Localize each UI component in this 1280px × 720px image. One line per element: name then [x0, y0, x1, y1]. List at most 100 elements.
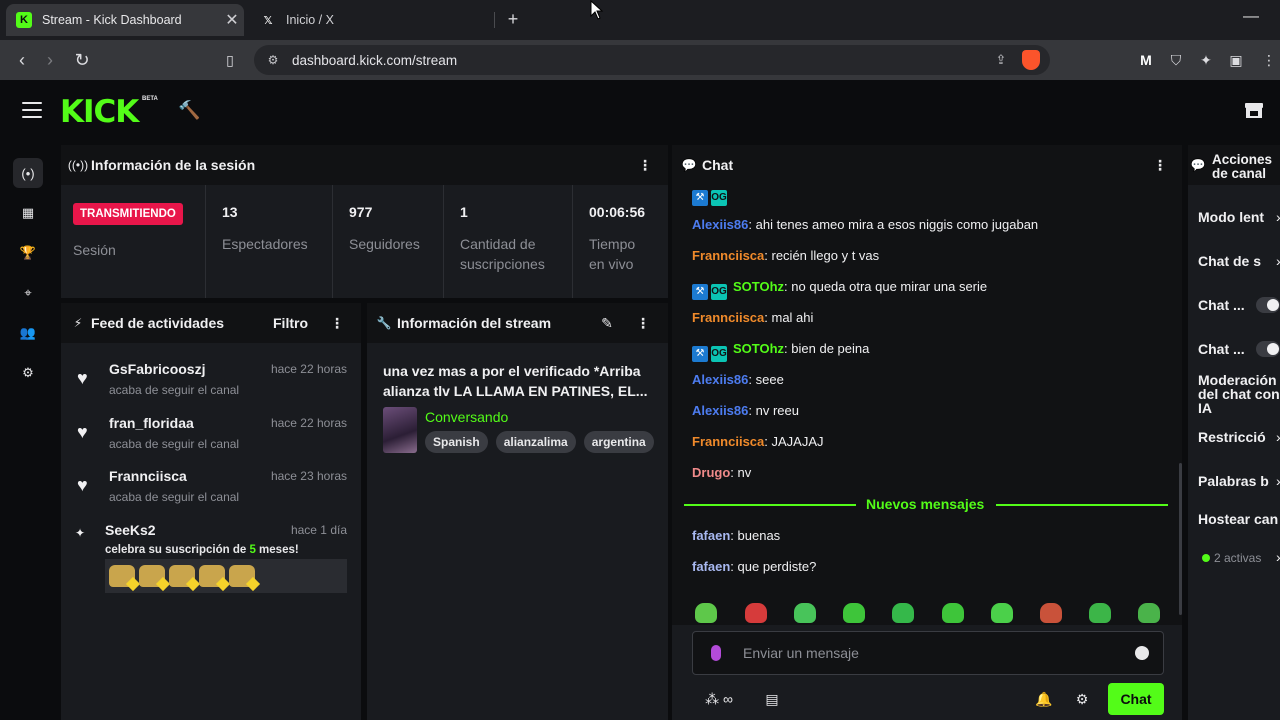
settings-nav-icon[interactable]: ⚙ [13, 358, 43, 388]
edit-pencil-icon[interactable]: ✎ [599, 315, 615, 331]
chat-settings-icon[interactable]: ⚙ [1072, 689, 1092, 709]
back-button[interactable]: ‹ [10, 48, 34, 72]
sidebar-icon[interactable]: ▣ [1226, 50, 1246, 70]
emote-icon[interactable] [794, 603, 816, 623]
store-icon[interactable] [1243, 100, 1265, 120]
new-tab-button[interactable]: + [502, 8, 524, 30]
stream-nav-icon[interactable]: (•) [13, 158, 43, 188]
chevron-right-icon[interactable]: › [1276, 253, 1280, 269]
feed-menu-icon[interactable]: ⋮ [329, 315, 345, 331]
active-count[interactable]: 2 activas [1202, 551, 1261, 565]
action-host-channel[interactable]: Hostear can [1198, 512, 1278, 526]
share-icon[interactable]: ⇪ [988, 52, 1014, 68]
feed-username[interactable]: SeeKs2 [105, 522, 156, 538]
minimize-button[interactable]: — [1240, 8, 1262, 26]
chevron-right-icon[interactable]: › [1276, 429, 1280, 445]
feed-time: hace 23 horas [270, 469, 347, 483]
chat-username[interactable]: Frannciisca [692, 434, 764, 449]
url-text[interactable]: dashboard.kick.com/stream [288, 53, 988, 68]
subscription-emotes [105, 559, 347, 593]
hamburger-menu-icon[interactable] [22, 102, 42, 118]
tag-pill[interactable]: alianzalima [495, 431, 576, 453]
action-restrictions[interactable]: Restricció [1198, 430, 1266, 444]
close-icon[interactable]: ✕ [220, 10, 244, 30]
stream-category[interactable]: Conversando [425, 409, 508, 425]
extensions-puzzle-icon[interactable]: ✦ [1196, 50, 1216, 70]
chat-username[interactable]: Frannciisca [692, 248, 764, 263]
chat-send-button[interactable]: Chat [1108, 683, 1164, 715]
chat-text: no queda otra que mirar una serie [791, 279, 988, 294]
camera-nav-icon[interactable]: ⌖ [13, 278, 43, 308]
emote-icon[interactable] [745, 603, 767, 623]
tag-pill[interactable]: argentina [583, 431, 654, 453]
tab-x-home[interactable]: 𝕏 Inicio / X [250, 4, 494, 36]
brave-shields-icon[interactable] [1022, 50, 1040, 70]
chat-scrollbar[interactable] [1179, 463, 1182, 615]
chevron-right-icon[interactable]: › [1276, 209, 1280, 225]
chat-username[interactable]: Drugo [692, 465, 730, 480]
shield-icon[interactable]: ⛉ [1166, 50, 1186, 70]
chat-username[interactable]: fafaen [692, 559, 730, 574]
bookmark-icon[interactable]: ▯ [218, 48, 242, 72]
feed-username[interactable]: Frannciisca [109, 468, 187, 484]
action-ai-moderation[interactable]: Moderación del chat con IA [1198, 373, 1280, 415]
microphone-icon[interactable] [711, 645, 721, 661]
feed-username[interactable]: GsFabricooszj [109, 361, 205, 377]
forward-button[interactable]: › [38, 48, 62, 72]
site-settings-icon[interactable]: ⚙ [258, 53, 288, 67]
menu-icon[interactable]: ⋮ [1262, 50, 1276, 70]
emote-icon[interactable] [892, 603, 914, 623]
emote-icon[interactable] [991, 603, 1013, 623]
stat-value: 1 [460, 204, 468, 220]
bell-icon[interactable]: 🔔 [1034, 689, 1054, 709]
emote-icon[interactable] [1089, 603, 1111, 623]
session-panel-header: ((•)) Información de la sesión [61, 145, 668, 185]
analytics-nav-icon[interactable]: ▦ [13, 198, 43, 228]
chat-username[interactable]: Alexiis86 [692, 217, 748, 232]
stat-value: 977 [349, 204, 373, 220]
stream-title-text: una vez mas a por el verificado *Arriba … [383, 363, 648, 399]
address-bar[interactable]: ⚙ dashboard.kick.com/stream ⇪ [254, 45, 1050, 75]
chat-username[interactable]: SOTOhz [733, 279, 784, 294]
filter-button[interactable]: Filtro [273, 315, 308, 331]
session-menu-icon[interactable]: ⋮ [637, 157, 653, 173]
chat-text: mal ahi [771, 310, 814, 325]
emote-icon[interactable] [1138, 603, 1160, 623]
chat-message-input[interactable]: Enviar un mensaje [692, 631, 1164, 675]
emote-icon[interactable] [942, 603, 964, 623]
stat-label: Espectadores [222, 236, 308, 252]
chevron-right-icon[interactable]: › [1276, 549, 1280, 565]
points-infinity-icon[interactable]: ⁂ ∞ [696, 689, 742, 709]
toggle-switch[interactable] [1256, 341, 1280, 357]
action-banned-words[interactable]: Palabras b [1198, 474, 1269, 488]
community-nav-icon[interactable]: 👥 [13, 318, 43, 348]
tab-title: Inicio / X [286, 13, 334, 27]
emote-icon[interactable] [695, 603, 717, 623]
hammer-icon[interactable]: 🔨 [178, 100, 200, 122]
chat-username[interactable]: SOTOhz [733, 341, 784, 356]
kick-logo[interactable]: KICK [60, 94, 139, 130]
stream-info-menu-icon[interactable]: ⋮ [635, 315, 651, 331]
chat-username[interactable]: Alexiis86 [692, 372, 748, 387]
emoji-icon[interactable] [1135, 646, 1149, 660]
cat-emote-icon [199, 565, 225, 587]
chat-username[interactable]: Frannciisca [692, 310, 764, 325]
cat-emote-icon [139, 565, 165, 587]
trophy-nav-icon[interactable]: 🏆 [13, 238, 43, 268]
chevron-right-icon[interactable]: › [1276, 473, 1280, 489]
chat-username[interactable]: Alexiis86 [692, 403, 748, 418]
extension-m-icon[interactable]: M [1136, 50, 1156, 70]
toggle-switch[interactable] [1256, 297, 1280, 313]
emote-icon[interactable] [843, 603, 865, 623]
tab-kick-dashboard[interactable]: K Stream - Kick Dashboard ✕ [6, 4, 244, 36]
tag-pill[interactable]: Spanish [425, 431, 488, 453]
action-slow-mode[interactable]: Modo lent [1198, 210, 1264, 224]
action-chat-mode[interactable]: Chat de s [1198, 254, 1261, 268]
chat-username[interactable]: fafaen [692, 528, 730, 543]
chat-menu-icon[interactable]: ⋮ [1152, 157, 1168, 173]
emote-icon[interactable] [1040, 603, 1062, 623]
reload-button[interactable]: ↻ [70, 48, 94, 72]
feed-username[interactable]: fran_floridaa [109, 415, 194, 431]
app-header: KICK BETA 🔨 [0, 80, 1280, 142]
store-icon[interactable]: ▤ [762, 689, 782, 709]
